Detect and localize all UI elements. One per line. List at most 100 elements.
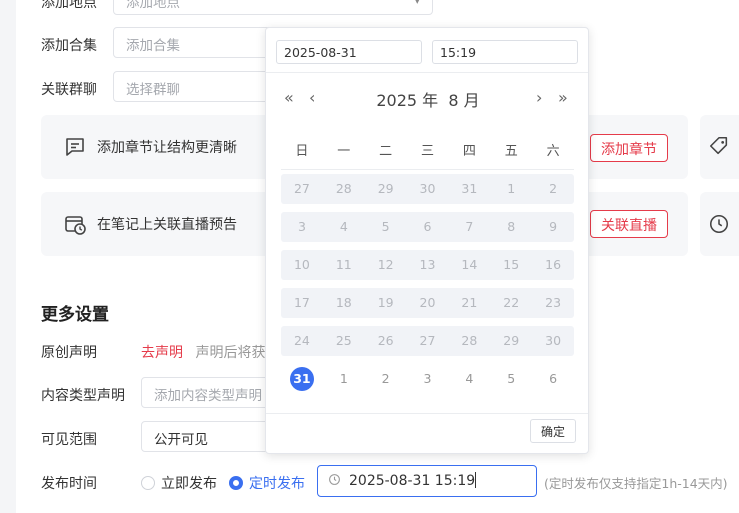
calendar-day: 12 bbox=[377, 257, 394, 272]
calendar-day: 15 bbox=[503, 257, 520, 272]
text-caret bbox=[475, 472, 477, 488]
calendar-day: 13 bbox=[419, 257, 436, 272]
weekday: 三 bbox=[421, 144, 435, 159]
publish-now-radio[interactable] bbox=[141, 476, 155, 490]
calendar-day: 29 bbox=[377, 181, 394, 196]
visibility-select[interactable]: 公开可见 bbox=[141, 421, 281, 452]
calendar-day: 14 bbox=[461, 257, 478, 272]
publish-time-value: 2025-08-31 15:19 bbox=[349, 473, 476, 489]
weekday: 四 bbox=[462, 144, 476, 159]
declare-link[interactable]: 去声明 bbox=[141, 345, 183, 361]
calendar-day: 22 bbox=[503, 295, 520, 310]
collection-input[interactable]: 添加合集 bbox=[113, 27, 273, 58]
chapter-card-text: 添加章节让结构更清晰 bbox=[97, 140, 237, 156]
weekday-header: 日 一 二 三 四 五 六 bbox=[281, 140, 574, 159]
picker-divider bbox=[266, 72, 588, 73]
calendar-day: 16 bbox=[545, 257, 562, 272]
location-input[interactable]: 添加地点 ▾ bbox=[113, 0, 433, 15]
content-type-input[interactable]: 添加内容类型声明 bbox=[141, 377, 281, 408]
publish-time-label: 发布时间 bbox=[41, 476, 97, 492]
calendar-week: 10 11 12 13 14 15 16 bbox=[281, 250, 574, 280]
collection-placeholder: 添加合集 bbox=[126, 38, 180, 54]
calendar-day: 26 bbox=[377, 333, 394, 348]
calendar-day: 5 bbox=[381, 219, 390, 234]
calendar-day[interactable]: 5 bbox=[490, 364, 532, 394]
content-type-label: 内容类型声明 bbox=[41, 388, 125, 404]
calendar-week: 17 18 19 20 21 22 23 bbox=[281, 288, 574, 318]
live-card-text: 在笔记上关联直播预告 bbox=[97, 217, 237, 233]
group-label: 关联群聊 bbox=[41, 82, 97, 98]
clock-card[interactable] bbox=[700, 192, 739, 256]
calendar-day: 18 bbox=[335, 295, 352, 310]
more-settings-title: 更多设置 bbox=[41, 305, 109, 325]
chat-icon bbox=[66, 138, 84, 156]
calendar-day[interactable]: 6 bbox=[532, 364, 574, 394]
tag-icon bbox=[709, 136, 728, 155]
publish-hint: (定时发布仅支持指定1h-14天内) bbox=[544, 476, 728, 491]
location-label: 添加地点 bbox=[41, 0, 97, 11]
calendar-day[interactable]: 3 bbox=[407, 364, 449, 394]
calendar-day-selected[interactable]: 31 bbox=[281, 364, 323, 394]
calendar-day: 21 bbox=[461, 295, 478, 310]
weekday: 五 bbox=[504, 144, 518, 159]
collection-label: 添加合集 bbox=[41, 38, 97, 54]
visibility-label: 可见范围 bbox=[41, 432, 97, 448]
publish-scheduled-option[interactable]: 定时发布 bbox=[229, 473, 305, 493]
calendar-clock-icon bbox=[65, 216, 86, 235]
publish-time-input[interactable]: 2025-08-31 15:19 bbox=[317, 465, 537, 497]
calendar-day: 4 bbox=[339, 219, 348, 234]
calendar-day: 19 bbox=[377, 295, 394, 310]
calendar-day: 24 bbox=[293, 333, 310, 348]
original-hint: 声明后将获 bbox=[195, 345, 266, 361]
picker-time-input[interactable]: 15:19 bbox=[432, 40, 578, 64]
calendar-day: 27 bbox=[419, 333, 436, 348]
add-chapter-button[interactable]: 添加章节 bbox=[590, 134, 668, 162]
group-select[interactable]: 选择群聊 bbox=[113, 71, 273, 102]
weekday: 二 bbox=[379, 144, 393, 159]
picker-date-input[interactable]: 2025-08-31 bbox=[276, 40, 422, 64]
confirm-button[interactable]: 确定 bbox=[529, 419, 576, 443]
link-live-button[interactable]: 关联直播 bbox=[590, 210, 668, 238]
calendar-day: 31 bbox=[461, 181, 478, 196]
weekday: 一 bbox=[337, 144, 351, 159]
tag-card[interactable] bbox=[700, 115, 739, 179]
calendar-day: 23 bbox=[545, 295, 562, 310]
calendar-week: 3 4 5 6 7 8 9 bbox=[281, 212, 574, 242]
calendar-week: 31 1 2 3 4 5 6 bbox=[281, 364, 574, 394]
calendar-day: 2 bbox=[549, 181, 558, 196]
calendar-week: 24 25 26 27 28 29 30 bbox=[281, 326, 574, 356]
calendar-day: 29 bbox=[503, 333, 520, 348]
calendar-day: 27 bbox=[293, 181, 310, 196]
weekday: 日 bbox=[295, 144, 309, 159]
calendar-day[interactable]: 2 bbox=[365, 364, 407, 394]
calendar-day[interactable]: 1 bbox=[323, 364, 365, 394]
publish-now-label: 立即发布 bbox=[161, 476, 217, 492]
calendar-day: 6 bbox=[423, 219, 432, 234]
chevron-down-icon: ▾ bbox=[414, 0, 420, 7]
date-picker-popover: 2025-08-31 15:19 « ‹ 2025 年 8 月 › » 日 一 … bbox=[265, 27, 589, 454]
calendar-day: 20 bbox=[419, 295, 436, 310]
calendar-day: 9 bbox=[549, 219, 558, 234]
calendar-day[interactable]: 4 bbox=[448, 364, 490, 394]
selected-day-label: 31 bbox=[289, 367, 314, 391]
content-type-placeholder: 添加内容类型声明 bbox=[154, 388, 262, 404]
next-month-button[interactable]: › bbox=[536, 88, 542, 107]
clock-icon bbox=[329, 474, 340, 485]
calendar-week: 27 28 29 30 31 1 2 bbox=[281, 174, 574, 204]
next-year-button[interactable]: » bbox=[558, 88, 568, 107]
calendar-day: 7 bbox=[465, 219, 474, 234]
clock-icon bbox=[709, 214, 729, 234]
original-row: 去声明 声明后将获 bbox=[141, 342, 265, 362]
weekday-divider bbox=[281, 169, 574, 170]
calendar-day: 17 bbox=[293, 295, 310, 310]
publish-now-option[interactable]: 立即发布 bbox=[141, 473, 217, 493]
weekday: 六 bbox=[546, 144, 560, 159]
calendar-day: 30 bbox=[419, 181, 436, 196]
calendar-day: 11 bbox=[335, 257, 352, 272]
calendar-day: 8 bbox=[507, 219, 516, 234]
group-placeholder: 选择群聊 bbox=[126, 82, 180, 98]
publish-scheduled-label: 定时发布 bbox=[249, 476, 305, 492]
calendar-day: 30 bbox=[545, 333, 562, 348]
calendar-grid: 27 28 29 30 31 1 2 3 4 5 6 7 8 9 10 11 1… bbox=[281, 174, 574, 402]
publish-scheduled-radio[interactable] bbox=[229, 476, 243, 490]
